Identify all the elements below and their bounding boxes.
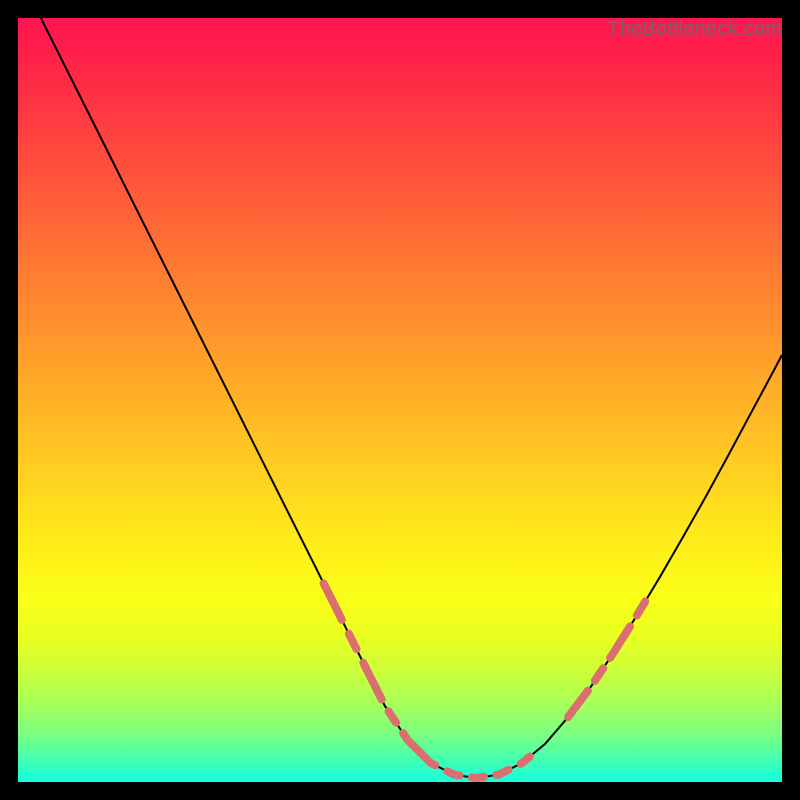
chart-frame: TheBottleneck.com (0, 0, 800, 800)
dash-segment (595, 668, 603, 681)
dash-segment (637, 601, 645, 615)
dash-segment (521, 757, 530, 764)
dash-segment (423, 755, 435, 765)
plot-area: TheBottleneck.com (18, 18, 782, 782)
dash-segment (610, 626, 630, 658)
dash-segment (568, 691, 588, 718)
dash-segment (447, 771, 459, 775)
dash-segment (363, 663, 381, 700)
curve-layer (18, 18, 782, 782)
bottleneck-curve (18, 18, 782, 778)
dash-segment (403, 733, 421, 754)
dash-segment (472, 777, 484, 778)
dash-segment (389, 711, 397, 723)
dash-segment (324, 583, 342, 620)
watermark-text: TheBottleneck.com (607, 18, 782, 41)
dashed-highlight-layer (324, 583, 646, 778)
dash-segment (496, 770, 508, 775)
dash-segment (349, 634, 357, 649)
